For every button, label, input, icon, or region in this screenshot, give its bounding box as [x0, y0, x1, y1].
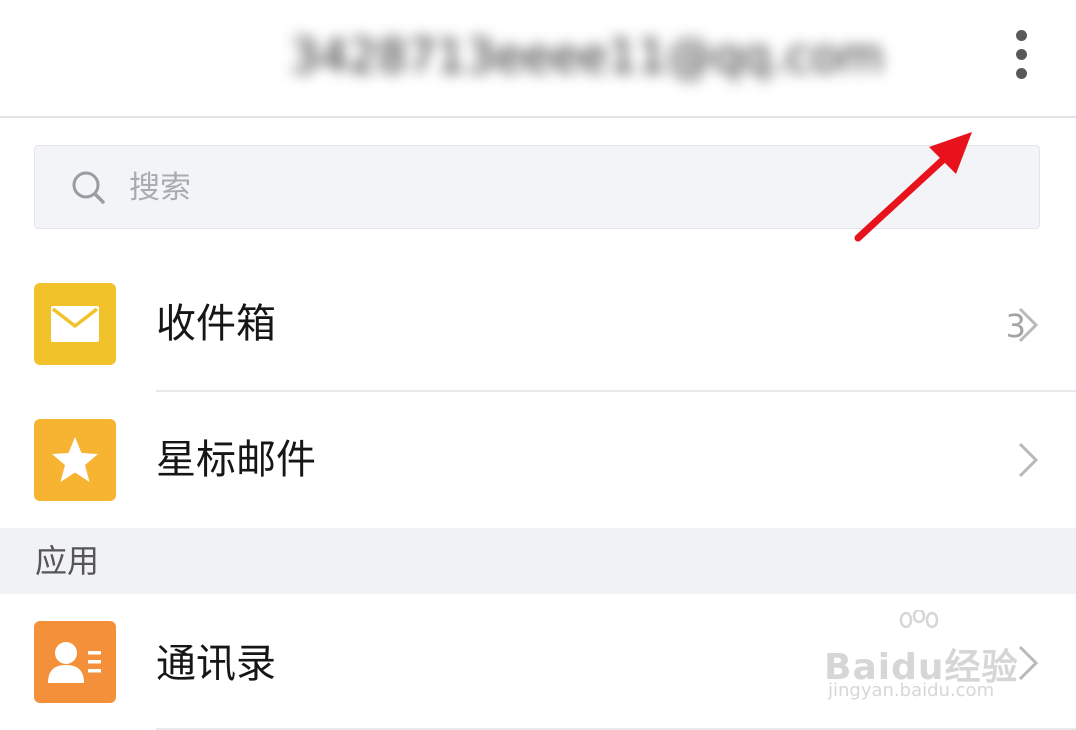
more-options-button[interactable] [1000, 24, 1042, 84]
search-input[interactable]: 搜索 [34, 145, 1040, 229]
baidu-jingyan-watermark: Baidu经验 jingyan.baidu.com [824, 610, 1024, 710]
chevron-right-icon [1018, 442, 1039, 478]
apps-section-title: 应用 [35, 542, 100, 580]
more-dot-icon [1015, 29, 1027, 41]
top-bar: 3428713eeee11@qq.com [0, 0, 1076, 118]
more-dot-icon [1015, 67, 1027, 79]
contacts-label: 通讯录 [156, 641, 276, 687]
search-placeholder: 搜索 [129, 170, 191, 206]
star-icon [34, 419, 116, 501]
apps-section-header: 应用 [0, 528, 1076, 594]
inbox-label: 收件箱 [156, 301, 276, 347]
more-dot-icon [1015, 48, 1027, 60]
starred-label: 星标邮件 [156, 437, 316, 483]
chevron-right-icon [1018, 307, 1039, 343]
list-item-starred[interactable]: 星标邮件 [0, 392, 1076, 528]
watermark-url: jingyan.baidu.com [828, 680, 995, 701]
contact-card-icon [34, 621, 116, 703]
list-item-inbox[interactable]: 收件箱 3 [0, 256, 1076, 392]
account-email-title: 3428713eeee11@qq.com [290, 29, 884, 83]
envelope-icon [34, 283, 116, 365]
search-icon [72, 171, 105, 204]
